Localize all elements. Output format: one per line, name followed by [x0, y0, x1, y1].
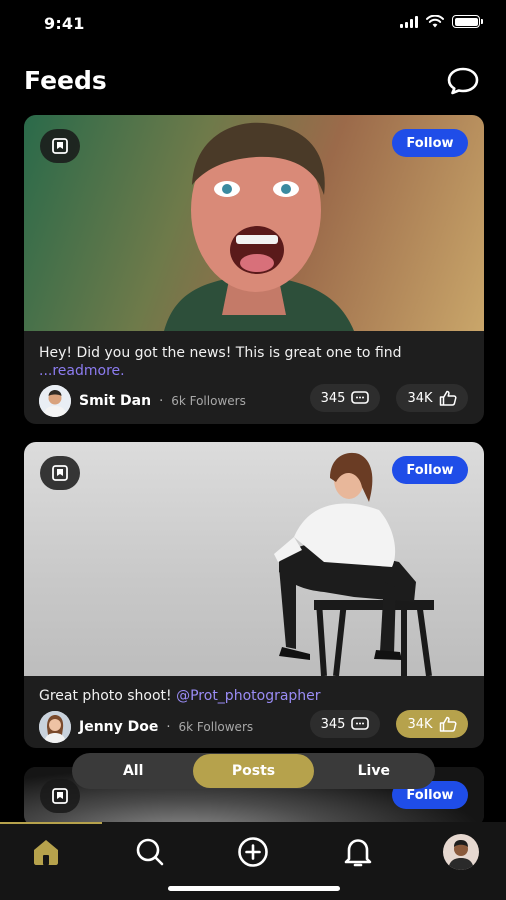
bookmark-button[interactable] — [40, 456, 80, 490]
filter-live[interactable]: Live — [314, 754, 434, 788]
follower-count: 6k Followers — [171, 394, 246, 408]
post-caption: Great photo shoot! @Prot_photographer — [39, 687, 459, 705]
nav-create[interactable] — [233, 834, 273, 870]
post-author[interactable]: Jenny Doe · 6k Followers — [39, 711, 253, 743]
separator: · — [159, 393, 164, 409]
cellular-signal-icon — [400, 15, 418, 28]
nav-home[interactable] — [26, 834, 66, 870]
feed-filter-segment: All Posts Live — [72, 753, 435, 789]
comment-icon — [351, 717, 370, 730]
bookmark-icon — [52, 788, 68, 804]
feed-card[interactable]: Follow Hey! Did you got the news! This i… — [24, 115, 484, 424]
comment-icon — [351, 391, 370, 404]
wifi-icon — [426, 15, 444, 28]
status-icons — [400, 15, 483, 28]
thumbs-up-icon — [439, 716, 457, 732]
plus-circle-icon — [238, 837, 268, 867]
home-icon — [34, 840, 58, 865]
follower-count: 6k Followers — [178, 720, 254, 734]
home-indicator — [168, 886, 340, 891]
bell-icon — [344, 839, 372, 867]
follow-button[interactable]: Follow — [392, 456, 468, 484]
filter-posts[interactable]: Posts — [193, 754, 314, 788]
page-title: Feeds — [24, 66, 107, 95]
comments-button[interactable]: 345 — [310, 384, 380, 412]
post-image[interactable]: Follow — [24, 115, 484, 331]
separator: · — [166, 719, 171, 735]
post-caption: Hey! Did you got the news! This is great… — [39, 344, 459, 380]
avatar[interactable] — [39, 385, 71, 417]
like-button[interactable]: 34K — [396, 710, 468, 738]
readmore-link[interactable]: ...readmore. — [39, 363, 125, 379]
nav-search[interactable] — [130, 834, 170, 870]
like-button[interactable]: 34K — [396, 384, 468, 412]
thumbs-up-icon — [439, 390, 457, 406]
battery-icon — [452, 15, 483, 28]
status-bar: 9:41 — [0, 0, 506, 48]
active-tab-indicator — [0, 822, 102, 824]
chat-button[interactable] — [446, 66, 480, 96]
comments-button[interactable]: 345 — [310, 710, 380, 738]
author-name: Jenny Doe — [79, 719, 159, 735]
comment-count: 345 — [320, 390, 346, 406]
bookmark-icon — [52, 138, 68, 154]
post-author[interactable]: Smit Dan · 6k Followers — [39, 385, 246, 417]
bookmark-button[interactable] — [40, 129, 80, 163]
status-time: 9:41 — [44, 14, 85, 33]
search-icon — [136, 838, 164, 866]
filter-all[interactable]: All — [73, 754, 193, 788]
like-count: 34K — [407, 390, 433, 406]
bookmark-icon — [52, 465, 68, 481]
post-image[interactable]: Follow — [24, 442, 484, 677]
author-name: Smit Dan — [79, 393, 152, 409]
caption-text: Hey! Did you got the news! This is great… — [39, 345, 402, 361]
avatar[interactable] — [39, 711, 71, 743]
nav-notifications[interactable] — [338, 834, 378, 870]
comment-count: 345 — [320, 716, 346, 732]
follow-button[interactable]: Follow — [392, 129, 468, 157]
feed-card[interactable]: Follow Great photo shoot! @Prot_photogra… — [24, 442, 484, 748]
mention-link[interactable]: @Prot_photographer — [176, 688, 320, 704]
profile-avatar — [443, 834, 479, 870]
nav-profile[interactable] — [441, 834, 481, 870]
chat-bubble-icon — [447, 67, 479, 95]
like-count: 34K — [407, 716, 433, 732]
caption-text: Great photo shoot! — [39, 688, 177, 704]
bookmark-button[interactable] — [40, 779, 80, 813]
